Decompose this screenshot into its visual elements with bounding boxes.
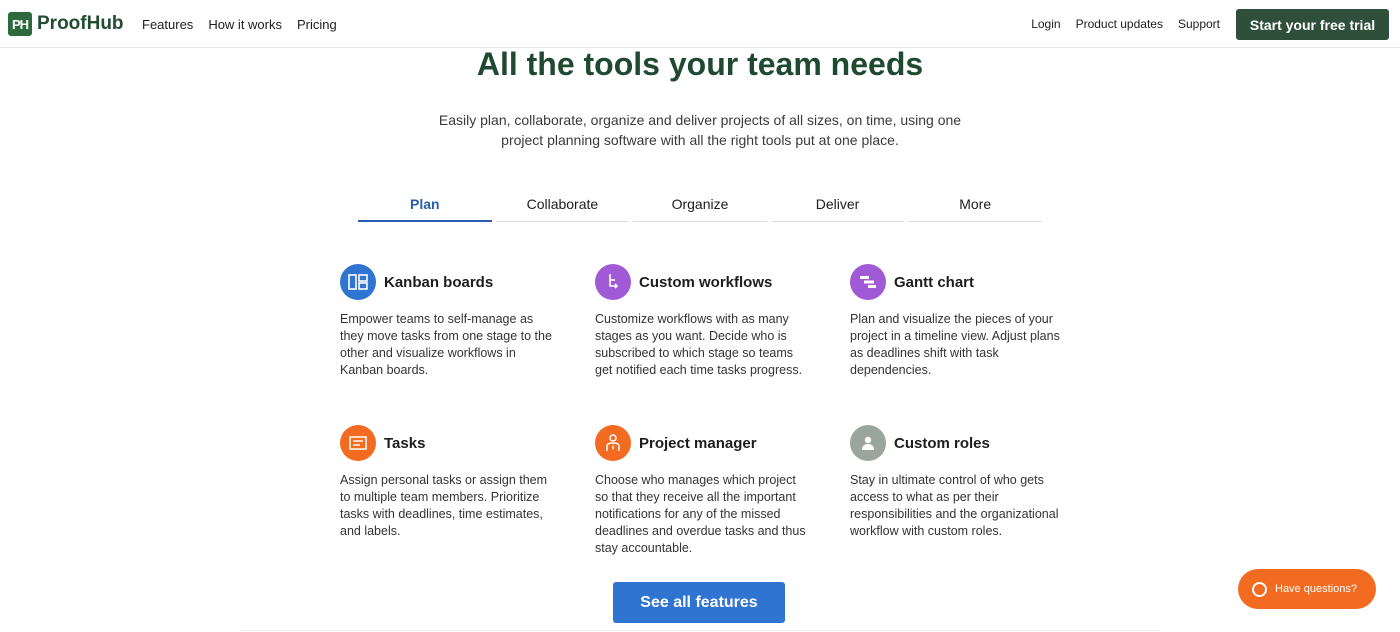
top-navigation-bar: PH ProofHub Features How it works Pricin… <box>0 0 1400 48</box>
feature-description: Choose who manages which project so that… <box>595 473 806 555</box>
page-title: All the tools your team needs <box>476 46 924 82</box>
feature-description: Empower teams to self-manage as they mov… <box>340 312 552 377</box>
logo-text: ProofHub <box>37 13 124 34</box>
secondary-nav: Login Product updates Support <box>1031 17 1220 31</box>
primary-nav: Features How it works Pricing <box>142 17 337 32</box>
start-free-trial-button[interactable]: Start your free trial <box>1236 9 1389 40</box>
feature-title: Gantt chart <box>894 273 975 291</box>
logo-badge: PH <box>8 12 32 36</box>
feature-title: Project manager <box>639 434 757 452</box>
feature-title: Custom roles <box>894 434 990 452</box>
feature-gantt-chart: Gantt chart Plan and visualize the piece… <box>850 264 1065 379</box>
chat-bubble-icon <box>1252 581 1267 597</box>
tasks-icon <box>340 425 376 461</box>
kanban-icon <box>340 264 376 300</box>
feature-title: Tasks <box>384 434 426 452</box>
nav-features[interactable]: Features <box>142 17 193 32</box>
proofhub-logo[interactable]: PH ProofHub <box>8 12 124 36</box>
feature-description: Assign personal tasks or assign them to … <box>340 473 548 538</box>
nav-support[interactable]: Support <box>1178 17 1220 31</box>
feature-tasks: Tasks Assign personal tasks or assign th… <box>340 425 555 540</box>
project-manager-icon <box>595 425 631 461</box>
gantt-icon <box>850 264 886 300</box>
section-divider <box>240 630 1160 631</box>
tab-collaborate[interactable]: Collaborate <box>495 188 630 222</box>
feature-description: Plan and visualize the pieces of your pr… <box>850 312 1060 377</box>
tab-organize[interactable]: Organize <box>633 188 767 222</box>
custom-roles-icon <box>850 425 886 461</box>
tab-deliver[interactable]: Deliver <box>770 188 905 222</box>
nav-login[interactable]: Login <box>1031 17 1060 31</box>
workflow-icon <box>595 264 631 300</box>
feature-custom-workflows: Custom workflows Customize workflows wit… <box>595 264 810 379</box>
tab-more[interactable]: More <box>908 188 1042 222</box>
feature-title: Kanban boards <box>384 273 494 291</box>
tab-plan[interactable]: Plan <box>358 188 492 222</box>
feature-description: Stay in ultimate control of who gets acc… <box>850 473 1059 538</box>
feature-custom-roles: Custom roles Stay in ultimate control of… <box>850 425 1065 540</box>
see-all-features-button[interactable]: See all features <box>613 582 785 623</box>
page-subtitle: Easily plan, collaborate, organize and d… <box>438 112 962 148</box>
have-questions-chat-button[interactable]: Have questions? <box>1238 569 1376 609</box>
feature-title: Custom workflows <box>639 273 773 291</box>
feature-project-manager: Project manager Choose who manages which… <box>595 425 810 557</box>
have-questions-label: Have questions? <box>1275 583 1357 595</box>
nav-how-it-works[interactable]: How it works <box>208 17 282 32</box>
feature-description: Customize workflows with as many stages … <box>595 312 803 377</box>
nav-product-updates[interactable]: Product updates <box>1076 17 1163 31</box>
feature-category-tabs: Plan Collaborate Organize Deliver More <box>358 188 1042 222</box>
nav-pricing[interactable]: Pricing <box>297 17 337 32</box>
feature-kanban-boards: Kanban boards Empower teams to self-mana… <box>340 264 555 379</box>
